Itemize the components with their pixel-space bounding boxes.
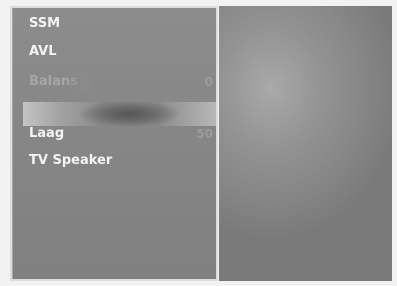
- menu-item-laag-value: 50: [196, 127, 213, 141]
- menu-item-avl[interactable]: AVL: [29, 42, 57, 62]
- menu-item-balance-value: 0: [204, 75, 213, 89]
- balance-label-fade: [63, 72, 91, 92]
- menu-item-laag[interactable]: Laag: [29, 124, 64, 144]
- menu-item-tv-speaker[interactable]: TV Speaker: [29, 151, 112, 171]
- preview-panel: [219, 6, 392, 281]
- menu-item-ssm[interactable]: SSM: [29, 14, 60, 34]
- menu-panel: SSM AVL Balans 0 Laag 50 TV Speaker: [12, 8, 216, 279]
- tv-screen: SSM AVL Balans 0 Laag 50 TV Speaker: [0, 0, 397, 286]
- menu-item-selected-highlight[interactable]: [23, 102, 216, 126]
